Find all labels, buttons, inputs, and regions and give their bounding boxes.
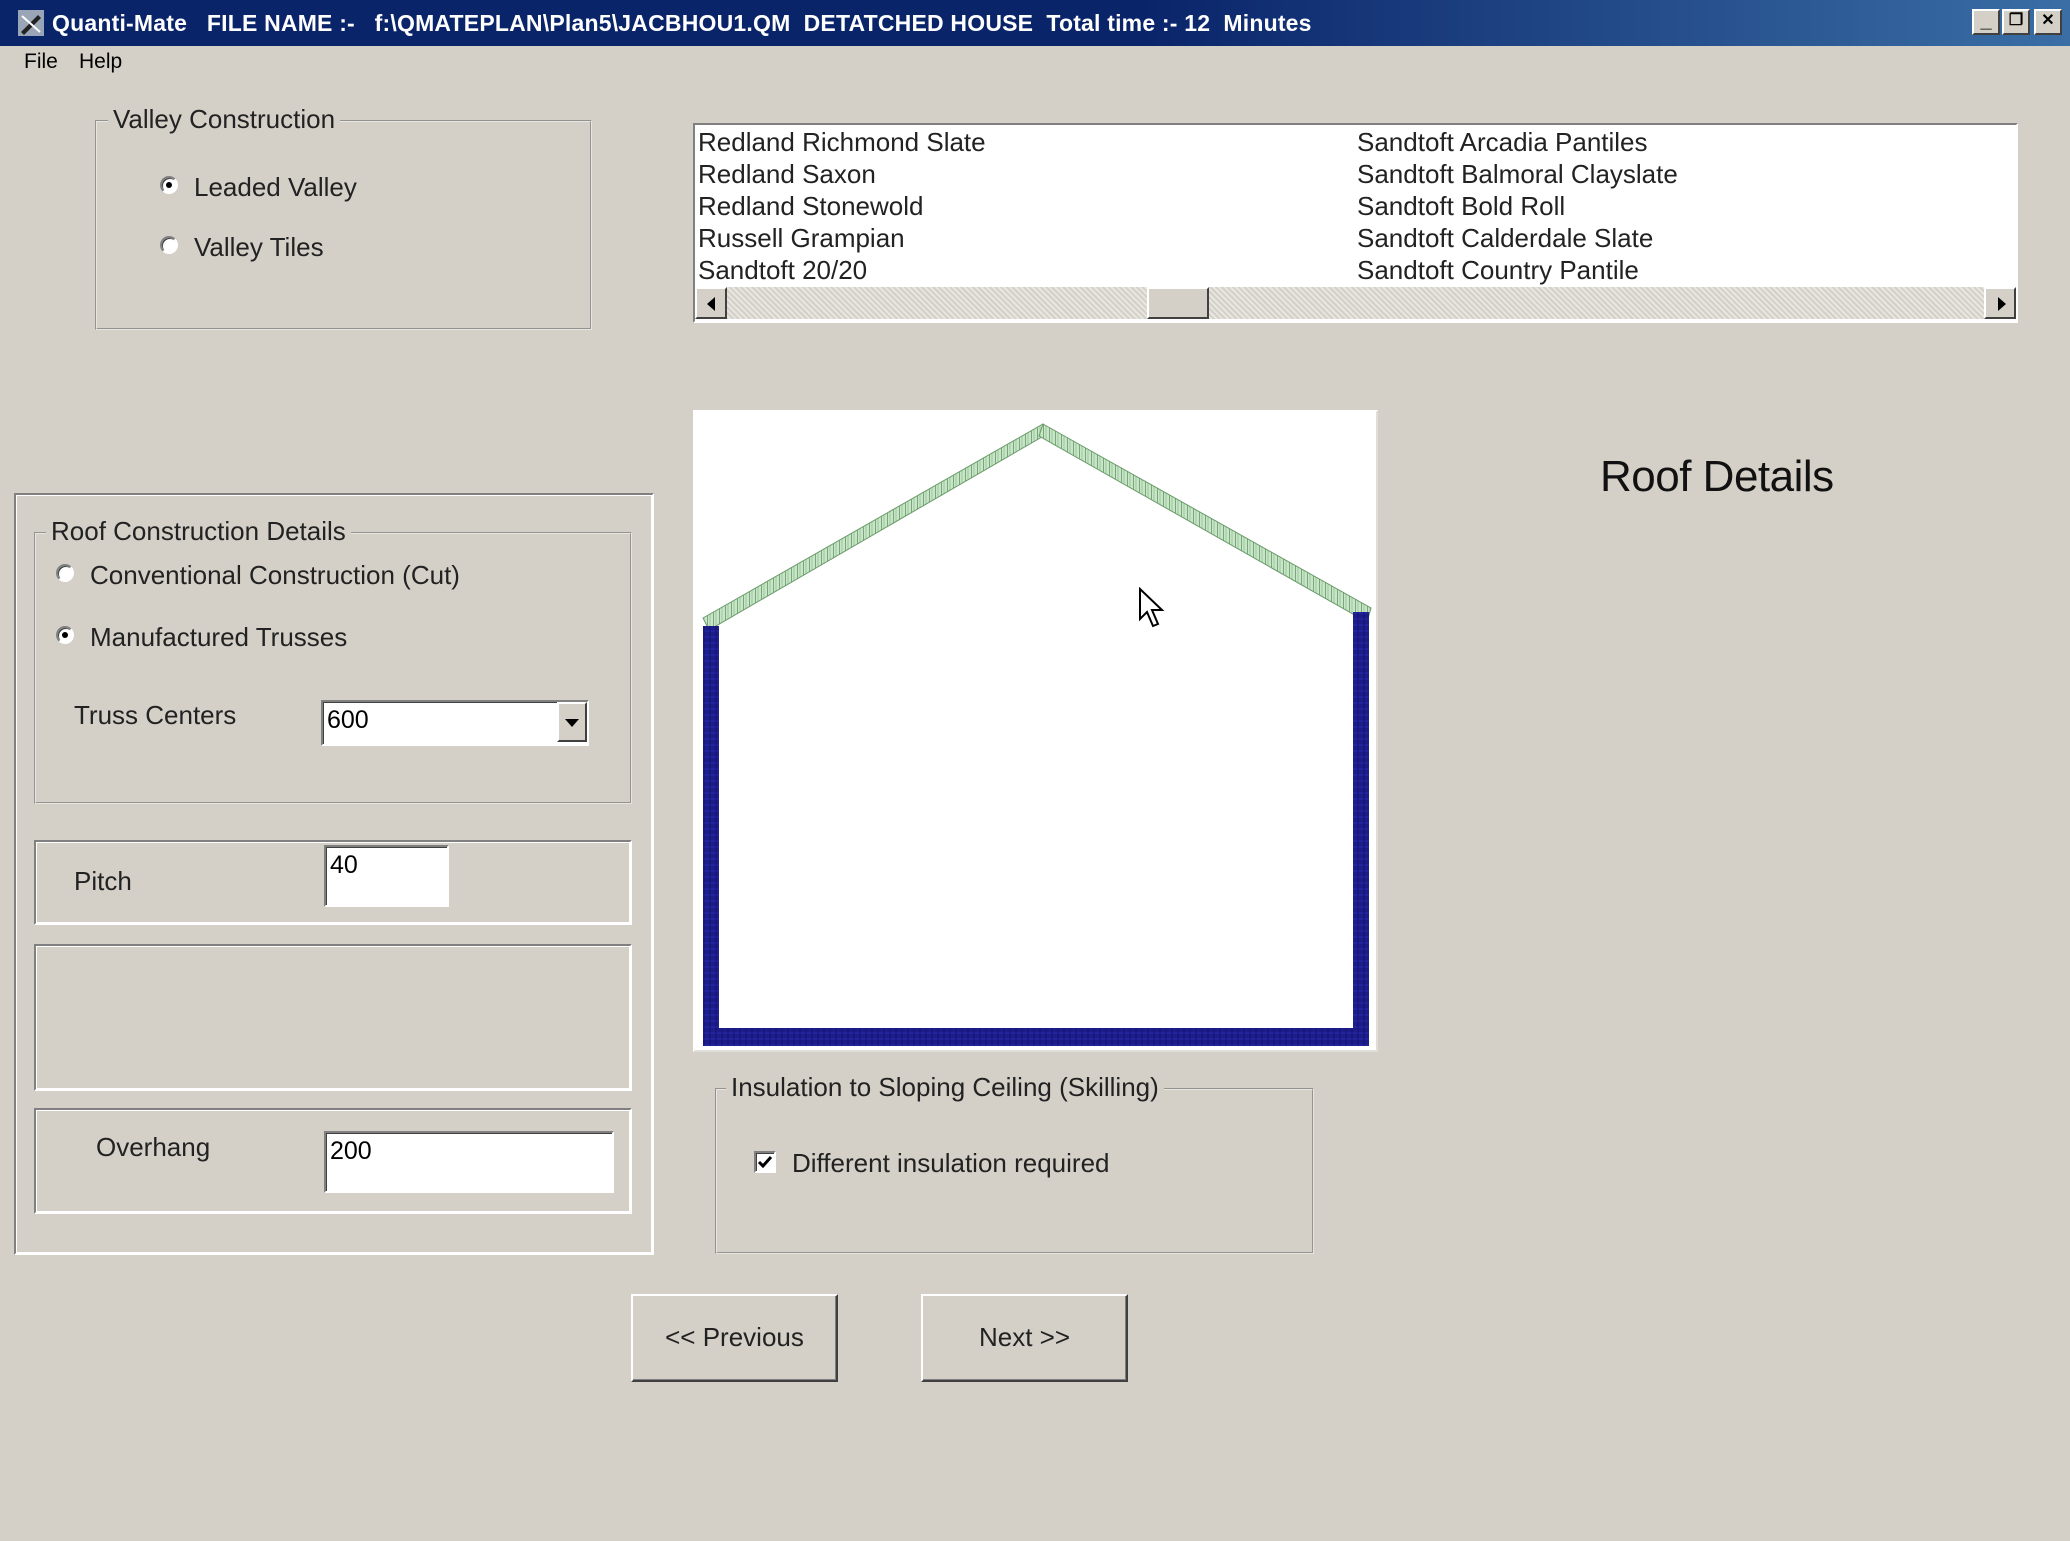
conventional-construction-option[interactable]: Conventional Construction (Cut)	[56, 560, 576, 592]
truss-centers-value: 600	[327, 706, 369, 734]
valley-construction-legend: Valley Construction	[108, 104, 341, 135]
tile-list-column-1: Redland Richmond Slate Redland Saxon Red…	[698, 126, 986, 286]
restore-icon: ❐	[2008, 12, 2024, 29]
insulation-legend: Insulation to Sloping Ceiling (Skilling)	[726, 1072, 1164, 1103]
different-insulation-checkbox[interactable]	[754, 1151, 776, 1173]
roof-construction-legend: Roof Construction Details	[46, 516, 351, 547]
manufactured-trusses-radio[interactable]	[56, 626, 74, 644]
previous-button-label: << Previous	[665, 1322, 804, 1352]
previous-button[interactable]: << Previous	[631, 1294, 838, 1382]
overhang-value: 200	[330, 1137, 372, 1165]
list-item[interactable]: Sandtoft Calderdale Slate	[1357, 222, 1678, 254]
minimize-button[interactable]: _	[1972, 9, 2000, 35]
conventional-construction-radio[interactable]	[56, 564, 74, 582]
tile-list-hscrollbar[interactable]	[695, 287, 2016, 319]
list-item[interactable]: Redland Richmond Slate	[698, 126, 986, 158]
pitch-label: Pitch	[74, 866, 132, 896]
roof-left-slope	[702, 423, 1048, 631]
house-drawing	[702, 423, 1372, 1046]
overhang-input[interactable]: 200	[324, 1131, 614, 1193]
list-item[interactable]: Sandtoft 20/20	[698, 254, 986, 286]
floor	[703, 1028, 1369, 1046]
next-button-label: Next >>	[978, 1322, 1071, 1352]
minimize-icon: _	[1980, 10, 1992, 32]
window-title: Quanti-Mate FILE NAME :- f:\QMATEPLAN\Pl…	[52, 10, 1312, 36]
list-item[interactable]: Sandtoft Balmoral Clayslate	[1357, 158, 1678, 190]
chevron-down-icon	[565, 719, 579, 727]
close-icon: ✕	[2041, 12, 2055, 29]
page-title: Roof Details	[1600, 452, 1834, 501]
valley-tiles-radio[interactable]	[160, 236, 178, 254]
arrow-left-icon	[707, 297, 715, 311]
valley-construction-group	[95, 120, 592, 330]
right-wall	[1353, 612, 1369, 1046]
pitch-value: 40	[330, 851, 358, 879]
list-item[interactable]: Russell Grampian	[698, 222, 986, 254]
roof-right-slope	[1038, 423, 1372, 623]
arrow-right-icon	[1998, 297, 2006, 311]
scroll-thumb[interactable]	[1147, 287, 1209, 319]
list-item[interactable]: Sandtoft Country Pantile	[1357, 254, 1678, 286]
close-button[interactable]: ✕	[2034, 9, 2062, 35]
empty-settings-group	[34, 944, 632, 1091]
tile-list-column-2: Sandtoft Arcadia Pantiles Sandtoft Balmo…	[1357, 126, 1678, 286]
overhang-label: Overhang	[96, 1132, 211, 1162]
title-bar: Quanti-Mate FILE NAME :- f:\QMATEPLAN\Pl…	[0, 0, 2070, 46]
next-button[interactable]: Next >>	[921, 1294, 1128, 1382]
truss-centers-select[interactable]: 600	[321, 700, 589, 746]
different-insulation-label: Different insulation required	[792, 1148, 1110, 1178]
list-item[interactable]: Sandtoft Bold Roll	[1357, 190, 1678, 222]
list-item[interactable]: Redland Stonewold	[698, 190, 986, 222]
leaded-valley-option[interactable]: Leaded Valley	[160, 172, 460, 204]
list-item[interactable]: Redland Saxon	[698, 158, 986, 190]
truss-centers-label: Truss Centers	[74, 700, 237, 730]
menu-help[interactable]: Help	[79, 50, 122, 74]
valley-tiles-label: Valley Tiles	[194, 232, 324, 262]
app-icon	[18, 10, 44, 36]
roof-diagram	[693, 410, 1378, 1052]
restore-button[interactable]: ❐	[2002, 9, 2030, 35]
conventional-construction-label: Conventional Construction (Cut)	[90, 560, 460, 590]
checkmark-icon	[757, 1156, 773, 1169]
manufactured-trusses-option[interactable]: Manufactured Trusses	[56, 622, 456, 654]
leaded-valley-radio[interactable]	[160, 176, 178, 194]
different-insulation-option[interactable]: Different insulation required	[754, 1148, 1154, 1180]
list-item[interactable]: Sandtoft Arcadia Pantiles	[1357, 126, 1678, 158]
valley-tiles-option[interactable]: Valley Tiles	[160, 232, 460, 264]
menu-file[interactable]: File	[24, 50, 58, 74]
scroll-left-button[interactable]	[695, 287, 727, 319]
mouse-cursor-icon	[1139, 587, 1165, 628]
scroll-right-button[interactable]	[1984, 287, 2016, 319]
manufactured-trusses-label: Manufactured Trusses	[90, 622, 348, 652]
left-wall	[703, 626, 719, 1046]
truss-centers-dropdown-button[interactable]	[557, 702, 587, 742]
leaded-valley-label: Leaded Valley	[194, 172, 357, 202]
pitch-input[interactable]: 40	[324, 845, 449, 907]
